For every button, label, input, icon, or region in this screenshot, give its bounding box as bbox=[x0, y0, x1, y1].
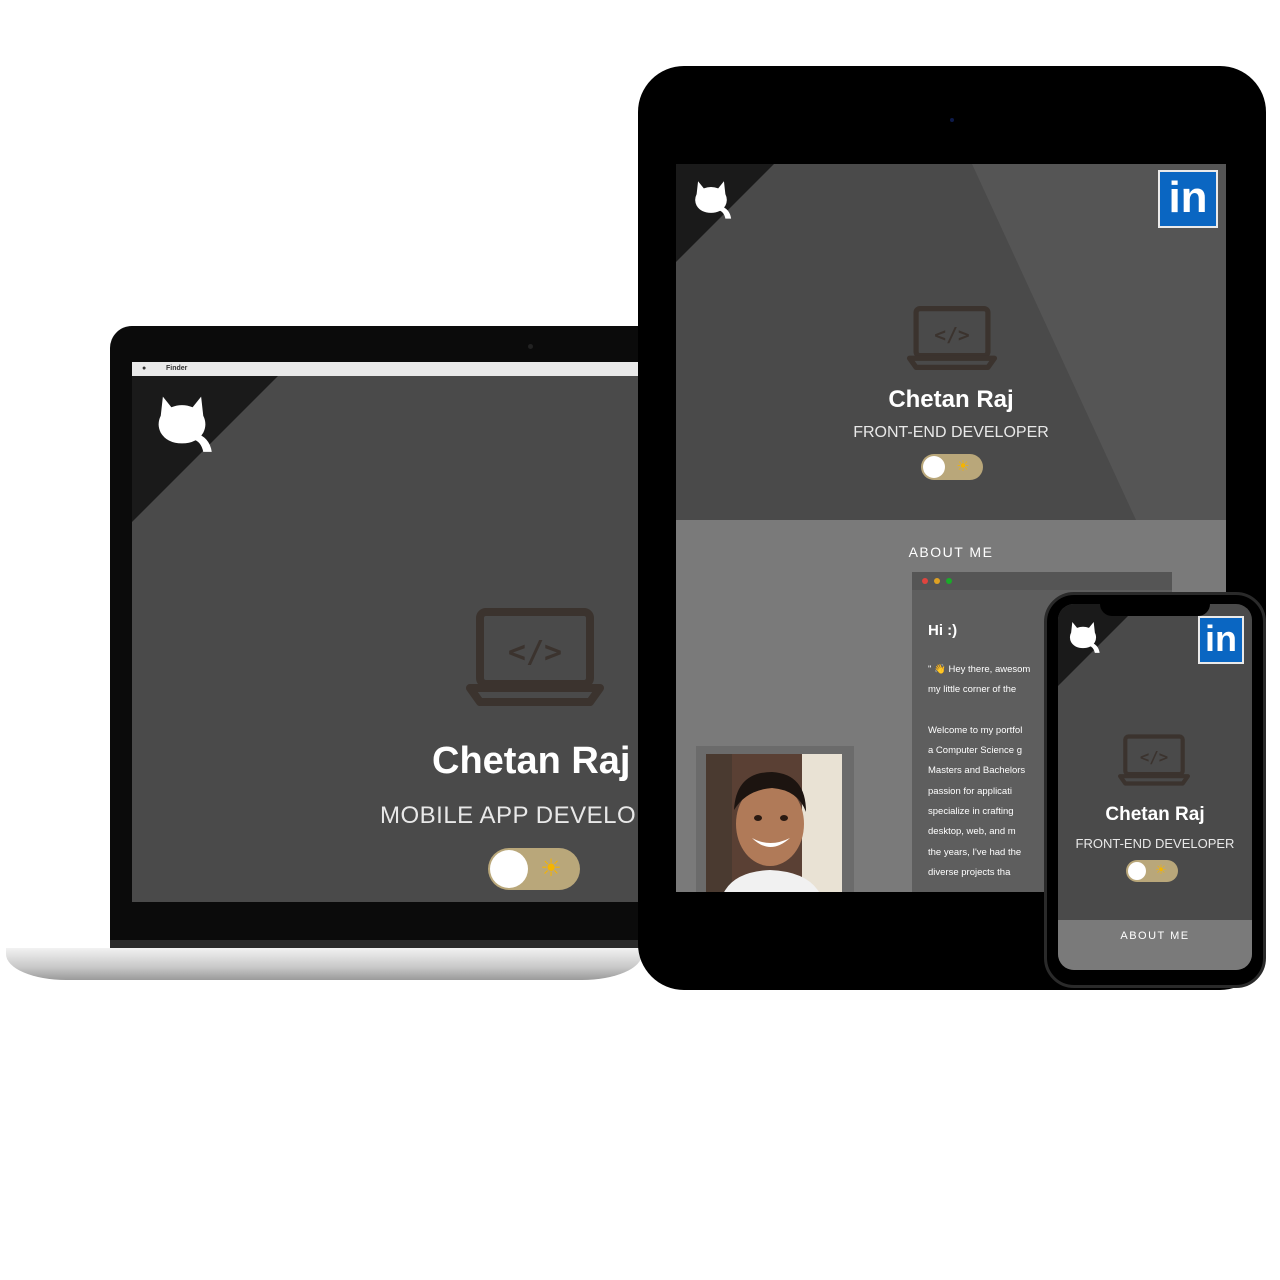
about-line: specialize in crafting bbox=[928, 806, 1014, 817]
laptop-base bbox=[6, 948, 642, 980]
theme-toggle[interactable]: ☀ bbox=[488, 848, 580, 890]
sun-icon: ☀ bbox=[956, 458, 970, 475]
tablet-camera bbox=[950, 118, 954, 122]
tablet-hero-section: in </> Chetan Raj FRONT-END DEVELOPER ☀ bbox=[676, 164, 1226, 520]
about-line: passion for applicati bbox=[928, 786, 1012, 797]
about-title: ABOUT ME bbox=[908, 544, 994, 560]
laptop-screen: ● Finder </> Chetan Raj MOBILE APP DEVEL… bbox=[132, 362, 672, 902]
about-line: my little corner of the bbox=[928, 684, 1017, 695]
close-dot-icon bbox=[922, 578, 928, 584]
github-cat-icon[interactable] bbox=[1064, 616, 1102, 654]
minimize-dot-icon bbox=[934, 578, 940, 584]
menubar-app-name[interactable]: Finder bbox=[166, 362, 187, 376]
maximize-dot-icon bbox=[946, 578, 952, 584]
toggle-knob bbox=[1128, 862, 1146, 880]
about-line: diverse projects tha bbox=[928, 867, 1011, 878]
about-section: ABOUT ME bbox=[1058, 920, 1252, 970]
hero-name: Chetan Raj bbox=[888, 386, 1014, 413]
theme-toggle[interactable]: ☀ bbox=[921, 454, 983, 480]
hero-role: MOBILE APP DEVELO bbox=[380, 802, 637, 829]
github-cat-icon[interactable] bbox=[148, 386, 216, 454]
laptop-menubar: ● Finder bbox=[132, 362, 672, 376]
apple-logo-icon[interactable]: ● bbox=[142, 362, 146, 376]
svg-text:</>: </> bbox=[934, 323, 969, 346]
toggle-knob bbox=[490, 850, 528, 888]
laptop-code-icon: </> bbox=[1118, 734, 1190, 786]
hero-name: Chetan Raj bbox=[1105, 804, 1205, 825]
laptop-code-icon: </> bbox=[466, 608, 604, 706]
about-line: a Computer Science g bbox=[928, 745, 1022, 756]
github-cat-icon[interactable] bbox=[688, 174, 734, 220]
profile-photo bbox=[706, 754, 842, 892]
about-line: Masters and Bachelors bbox=[928, 765, 1026, 776]
sun-icon: ☀ bbox=[1155, 862, 1167, 877]
phone-screen: in </> Chetan Raj FRONT-END DEVELOPER ☀ … bbox=[1058, 604, 1252, 970]
laptop-camera bbox=[528, 344, 533, 349]
about-greeting: Hi :) bbox=[928, 622, 958, 639]
linkedin-icon[interactable]: in bbox=[1158, 170, 1218, 228]
toggle-knob bbox=[923, 456, 945, 478]
laptop-code-icon: </> bbox=[906, 306, 998, 370]
about-line: the years, I've had the bbox=[928, 847, 1022, 858]
theme-toggle[interactable]: ☀ bbox=[1126, 860, 1178, 882]
about-title: ABOUT ME bbox=[1120, 930, 1190, 942]
about-line: desktop, web, and m bbox=[928, 826, 1016, 837]
sun-icon: ☀ bbox=[540, 855, 562, 882]
profile-photo-frame bbox=[696, 746, 854, 892]
svg-text:</>: </> bbox=[508, 635, 562, 670]
svg-text:</>: </> bbox=[1140, 748, 1168, 767]
phone-notch bbox=[1100, 600, 1210, 616]
hero-name: Chetan Raj bbox=[432, 740, 631, 782]
hero-role: FRONT-END DEVELOPER bbox=[1075, 836, 1235, 851]
hero-role: FRONT-END DEVELOPER bbox=[853, 424, 1049, 441]
window-titlebar bbox=[912, 572, 1172, 590]
about-line: " 👋 Hey there, awesom bbox=[928, 664, 1031, 675]
about-line: Welcome to my portfol bbox=[928, 725, 1023, 736]
linkedin-icon[interactable]: in bbox=[1198, 616, 1244, 664]
